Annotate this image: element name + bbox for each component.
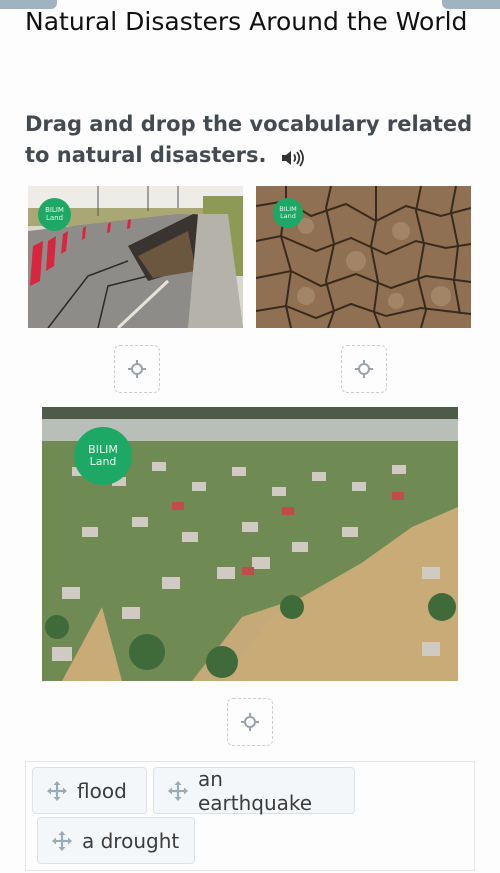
draggable-word-flood[interactable]: flood — [32, 767, 147, 814]
move-icon — [52, 830, 72, 851]
drop-zone-flood[interactable] — [227, 698, 273, 746]
target-icon — [128, 360, 146, 378]
word-bank: flood an earthquake a drought — [25, 761, 475, 871]
logo-text-line2: Land — [45, 213, 64, 222]
drop-zone-earthquake[interactable] — [114, 345, 160, 393]
logo-text-line2: Land — [280, 212, 296, 220]
drought-image: BILIM Land — [256, 186, 471, 328]
draggable-word-earthquake[interactable]: an earthquake — [153, 766, 355, 815]
earthquake-image: BILIM Land — [28, 186, 243, 328]
chip-label: flood — [77, 778, 127, 803]
move-icon — [168, 780, 188, 801]
target-icon — [355, 360, 373, 378]
bilimland-logo: BILIM Land — [273, 198, 303, 228]
move-icon — [47, 780, 67, 801]
drop-zone-drought[interactable] — [341, 345, 387, 393]
draggable-word-drought[interactable]: a drought — [37, 817, 195, 864]
chip-label: an earthquake — [198, 766, 313, 815]
target-icon — [241, 713, 259, 731]
chip-label: a drought — [82, 828, 180, 853]
instruction-label: Drag and drop the vocabulary related to … — [25, 112, 473, 167]
bilimland-logo: BILIM Land — [74, 427, 132, 485]
bilimland-logo: BILIM Land — [38, 198, 71, 231]
page-title: Natural Disasters Around the World — [25, 7, 468, 36]
logo-text-line2: Land — [89, 455, 117, 468]
flood-image: BILIM Land — [42, 407, 458, 681]
speaker-icon[interactable] — [280, 146, 305, 167]
instruction-text: Drag and drop the vocabulary related to … — [25, 109, 485, 171]
